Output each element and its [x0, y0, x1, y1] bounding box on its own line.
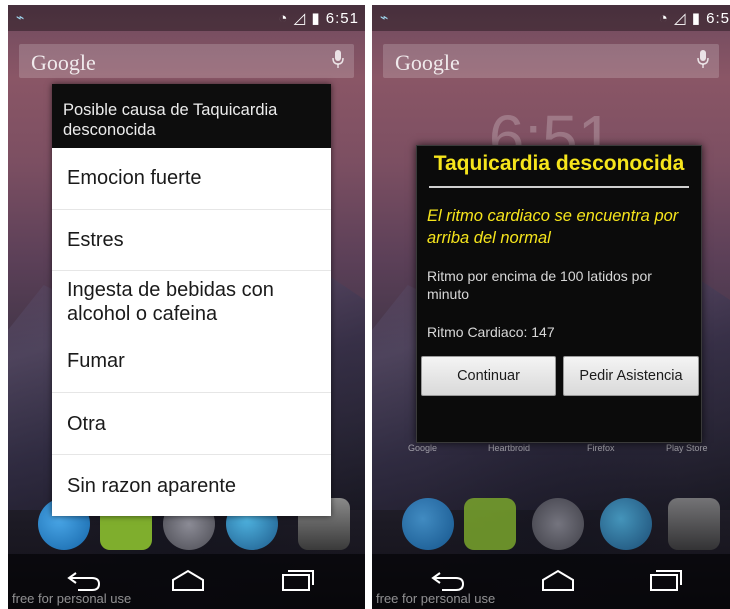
- right-phone-screen: ⌁ ◔ ◿ ▮ 6:5 Google 6:51 Google Heartbroi…: [372, 5, 730, 609]
- dialog-header: Posible causa de Taquicardia desconocida: [52, 84, 331, 148]
- status-bar: ⌁ ◔ ◿ ▮ 6:51: [8, 5, 365, 31]
- option-label: Emocion fuerte: [67, 167, 202, 189]
- alert-title: Taquicardia desconocida: [433, 152, 685, 175]
- app-label-play-store: Play Store: [666, 443, 708, 453]
- option-label: Otra: [67, 413, 106, 435]
- status-bar: ⌁ ◔ ◿ ▮ 6:5: [372, 5, 730, 31]
- app-label-google: Google: [408, 443, 438, 453]
- option-label: Ingesta de bebidas con alcohol o cafeina: [67, 279, 274, 325]
- wifi-icon: ◔: [278, 10, 289, 27]
- battery-icon: ▮: [311, 10, 321, 27]
- tachycardia-alert-dialog: Taquicardia desconocida El ritmo cardiac…: [416, 145, 702, 443]
- title-divider: [429, 186, 689, 188]
- option-ingesta-bebidas[interactable]: Ingesta de bebidas con alcohol o cafeina: [52, 270, 331, 332]
- search-label: Google: [31, 50, 96, 75]
- option-fumar[interactable]: Fumar: [52, 331, 331, 392]
- dialog-title: Posible causa de Taquicardia desconocida: [63, 101, 278, 139]
- google-search-bar[interactable]: Google: [383, 44, 719, 78]
- home-icon[interactable]: [170, 568, 206, 592]
- status-time: 6:51: [325, 10, 359, 27]
- recents-icon[interactable]: [648, 568, 684, 592]
- search-label: Google: [395, 50, 460, 75]
- cause-selection-dialog: Posible causa de Taquicardia desconocida…: [52, 84, 331, 516]
- app-label-heartbroid: Heartbroid: [488, 443, 531, 453]
- watermark: free for personal use: [12, 591, 132, 606]
- option-label: Sin razon aparente: [67, 475, 237, 497]
- option-sin-razon[interactable]: Sin razon aparente: [52, 454, 331, 517]
- watermark: free for personal use: [376, 591, 496, 606]
- battery-icon: ▮: [691, 10, 701, 27]
- option-estres[interactable]: Estres: [52, 209, 331, 271]
- phone-icon[interactable]: [402, 498, 454, 550]
- dock: [372, 498, 730, 556]
- home-icon[interactable]: [540, 568, 576, 592]
- alert-subtitle: El ritmo cardiaco se encuentra por arrib…: [427, 207, 679, 247]
- option-label: Fumar: [67, 350, 125, 372]
- option-emocion-fuerte[interactable]: Emocion fuerte: [52, 148, 331, 209]
- google-search-bar[interactable]: Google: [19, 44, 354, 78]
- pulse-icon: ⌁: [16, 9, 25, 25]
- camera-icon[interactable]: [668, 498, 720, 550]
- pulse-icon: ⌁: [380, 9, 389, 25]
- browser-icon[interactable]: [600, 498, 652, 550]
- left-phone-screen: ⌁ ◔ ◿ ▮ 6:51 Google free for personal us…: [8, 5, 365, 609]
- mic-icon[interactable]: [697, 50, 709, 68]
- app-label-firefox: Firefox: [587, 443, 615, 453]
- back-icon[interactable]: [66, 568, 102, 592]
- alert-description: Ritmo por encima de 100 latidos por minu…: [427, 268, 652, 302]
- apps-icon[interactable]: [532, 498, 584, 550]
- wifi-icon: ◔: [658, 10, 669, 27]
- heart-rate-readout: Ritmo Cardiaco: 147: [427, 324, 555, 340]
- messaging-icon[interactable]: [464, 498, 516, 550]
- signal-icon: ◿: [293, 10, 307, 27]
- option-otra[interactable]: Otra: [52, 392, 331, 455]
- recents-icon[interactable]: [280, 568, 316, 592]
- option-label: Estres: [67, 229, 124, 251]
- signal-icon: ◿: [673, 10, 687, 27]
- continue-button[interactable]: Continuar: [421, 356, 556, 396]
- mic-icon[interactable]: [332, 50, 344, 68]
- status-time: 6:5: [706, 10, 730, 27]
- back-icon[interactable]: [430, 568, 466, 592]
- request-assistance-button[interactable]: Pedir Asistencia: [563, 356, 699, 396]
